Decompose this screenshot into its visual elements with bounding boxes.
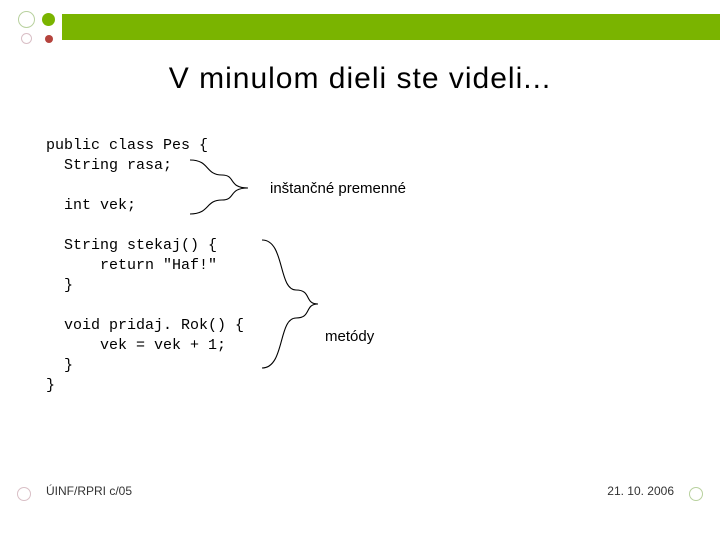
code-line: } [46, 276, 73, 296]
slide-title: V minulom dieli ste videli... [0, 62, 720, 96]
code-line: return "Haf!" [46, 256, 217, 276]
header-bar [62, 14, 720, 40]
brace-instance-vars [190, 160, 248, 214]
code-line: } [46, 356, 73, 376]
decor-dot-red-solid [45, 35, 53, 43]
annotation-methods: metódy [325, 328, 374, 345]
decor-dot-outline-bottom [21, 33, 32, 44]
decor-dot-green-solid [42, 13, 55, 26]
annotation-instance-vars: inštančné premenné [270, 180, 406, 197]
decor-dot-footer-right-outline [689, 487, 703, 501]
decor-dot-footer-left-outline [17, 487, 31, 501]
footer-date: 21. 10. 2006 [607, 484, 674, 498]
code-line: public class Pes { [46, 136, 208, 156]
decor-dot-outline-top [18, 11, 35, 28]
code-line: } [46, 376, 55, 396]
code-line: String rasa; [46, 156, 172, 176]
footer-course-code: ÚINF/RPRI c/05 [46, 484, 132, 498]
code-line: int vek; [46, 196, 136, 216]
code-line: String stekaj() { [46, 236, 217, 256]
code-line: void pridaj. Rok() { [46, 316, 244, 336]
brace-methods [262, 240, 318, 368]
code-line: vek = vek + 1; [46, 336, 226, 356]
